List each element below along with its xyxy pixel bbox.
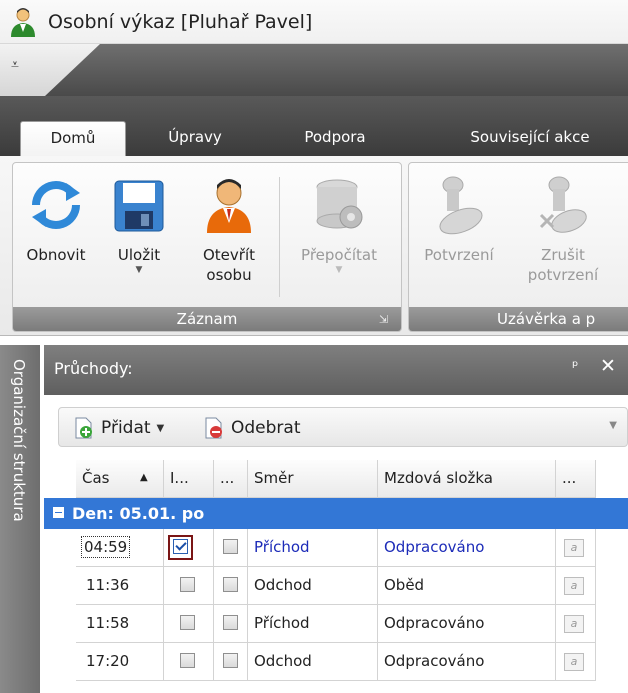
refresh-button[interactable]: Obnovit [17, 175, 95, 265]
person-icon [11, 7, 35, 37]
cell-direction[interactable]: Odchod [248, 567, 378, 605]
pin-icon[interactable]: ᵖ [572, 357, 578, 375]
cell-time[interactable]: 04:59 [76, 529, 164, 567]
cell-check-2[interactable] [214, 567, 248, 605]
group-label-uzaverka: Uzávěrka a p [409, 307, 628, 331]
add-button[interactable]: Přidat ▼ [73, 415, 164, 441]
confirm-button[interactable]: Potvrzení [411, 175, 507, 265]
tab-souvisejici-akce[interactable]: Související akce [440, 121, 620, 156]
panel-title: Průchody: [54, 359, 133, 378]
sidebar-tab-organization[interactable]: Organizační struktura [0, 345, 40, 693]
dialog-launcher-icon[interactable]: ⇲ [379, 313, 393, 327]
recalculate-button[interactable]: Přepočítat ▼ [287, 175, 391, 275]
cell-check-2[interactable] [214, 643, 248, 681]
save-button[interactable]: Uložit ▼ [105, 175, 173, 275]
column-header-i[interactable]: I... [164, 460, 214, 498]
column-header-smer[interactable]: Směr [248, 460, 378, 498]
title-bar: Osobní výkaz [Pluhař Pavel] [0, 0, 628, 44]
checkbox[interactable] [223, 653, 238, 668]
tab-upravy[interactable]: Úpravy [145, 121, 245, 156]
collapse-icon[interactable] [53, 507, 64, 518]
cell-more[interactable]: a [556, 567, 596, 605]
checkbox[interactable] [223, 539, 238, 554]
table-row[interactable]: 11:58 Příchod Odpracováno a [76, 605, 628, 643]
cell-more[interactable]: a [556, 605, 596, 643]
window-title: Osobní výkaz [Pluhař Pavel] [48, 10, 313, 33]
refresh-icon [32, 181, 80, 229]
cell-wage-component[interactable]: Oběd [378, 567, 556, 605]
stamp-icon [439, 176, 483, 235]
remove-document-icon [205, 417, 222, 439]
cell-time[interactable]: 11:58 [76, 605, 164, 643]
tab-podpora[interactable]: Podpora [285, 121, 385, 156]
cell-check-1[interactable] [164, 643, 214, 681]
group-zaznam: Obnovit Uložit ▼ Otevřít osobu Přepočíta… [12, 162, 402, 332]
open-person-button[interactable]: Otevřít osobu [191, 175, 267, 285]
dropdown-arrow-icon[interactable]: ▼ [105, 265, 173, 275]
checkbox[interactable] [223, 615, 238, 630]
close-icon[interactable]: ✕ [600, 355, 616, 377]
cell-check-2[interactable] [214, 529, 248, 567]
group-row-day[interactable]: Den: 05.01. po [44, 498, 628, 529]
table-row[interactable]: 04:59 Příchod Odpracováno a [76, 529, 628, 567]
stamp-cancel-icon [539, 176, 587, 233]
column-header-cas[interactable]: Čas ▲ [76, 460, 164, 498]
passages-panel: Průchody: ᵖ ✕ Přidat ▼ Odebrat ▼ Čas ▲ I… [44, 345, 628, 693]
person-icon [207, 179, 251, 233]
cell-check-1[interactable] [164, 567, 214, 605]
cell-check-1[interactable] [164, 605, 214, 643]
toolbar-overflow-icon[interactable]: ▼ [609, 420, 617, 431]
table-row[interactable]: 17:20 Odchod Odpracováno a [76, 643, 628, 681]
edit-text-icon[interactable]: a [564, 614, 584, 633]
customize-toolbar-icon[interactable]: ⩡ [4, 54, 26, 76]
edit-text-icon[interactable]: a [564, 652, 584, 671]
checkbox[interactable] [180, 653, 195, 668]
grid-toolbar: Přidat ▼ Odebrat ▼ [58, 407, 628, 447]
checkbox[interactable] [180, 577, 195, 592]
cell-wage-component[interactable]: Odpracováno [378, 605, 556, 643]
table-row[interactable]: 11:36 Odchod Oběd a [76, 567, 628, 605]
cell-direction[interactable]: Příchod [248, 605, 378, 643]
cell-check-2[interactable] [214, 605, 248, 643]
group-label-zaznam: Záznam [13, 307, 401, 331]
add-document-icon [75, 417, 92, 439]
column-header-more[interactable]: ... [556, 460, 596, 498]
dropdown-arrow-icon[interactable]: ▼ [157, 423, 165, 434]
cell-more[interactable]: a [556, 529, 596, 567]
cell-direction[interactable]: Odchod [248, 643, 378, 681]
cancel-confirm-button[interactable]: Zrušit potvrzení [513, 175, 613, 285]
cell-wage-component[interactable]: Odpracováno [378, 529, 556, 567]
edit-text-icon[interactable]: a [564, 576, 584, 595]
remove-button[interactable]: Odebrat [203, 415, 301, 441]
cell-more[interactable]: a [556, 643, 596, 681]
cell-time[interactable]: 17:20 [76, 643, 164, 681]
checkbox[interactable] [223, 577, 238, 592]
dropdown-arrow-icon: ▼ [335, 265, 343, 275]
ribbon-tabs: Domů Úpravy Podpora Související akce [0, 96, 628, 156]
recalculate-icon [316, 179, 363, 229]
ribbon: Obnovit Uložit ▼ Otevřít osobu Přepočíta… [0, 156, 628, 336]
quick-access-toolbar: ⩡ [0, 44, 628, 96]
cell-check-1[interactable] [164, 529, 214, 567]
sort-ascending-icon: ▲ [140, 472, 148, 483]
cell-wage-component[interactable]: Odpracováno [378, 643, 556, 681]
column-header-flag[interactable]: ... [214, 460, 248, 498]
panel-header: Průchody: ᵖ ✕ [44, 345, 628, 395]
group-uzaverka: Potvrzení Zrušit potvrzení Uzávěrka a p [408, 162, 628, 332]
checkbox-checked[interactable] [173, 539, 188, 554]
checkbox[interactable] [180, 615, 195, 630]
cell-time[interactable]: 11:36 [76, 567, 164, 605]
save-icon [114, 180, 164, 232]
cell-direction[interactable]: Příchod [248, 529, 378, 567]
grid-header: Čas ▲ I... ... Směr Mzdová složka ... [76, 460, 628, 498]
tab-domu[interactable]: Domů [20, 121, 126, 156]
edit-text-icon[interactable]: a [564, 538, 584, 557]
column-header-mzdova-slozka[interactable]: Mzdová složka [378, 460, 556, 498]
